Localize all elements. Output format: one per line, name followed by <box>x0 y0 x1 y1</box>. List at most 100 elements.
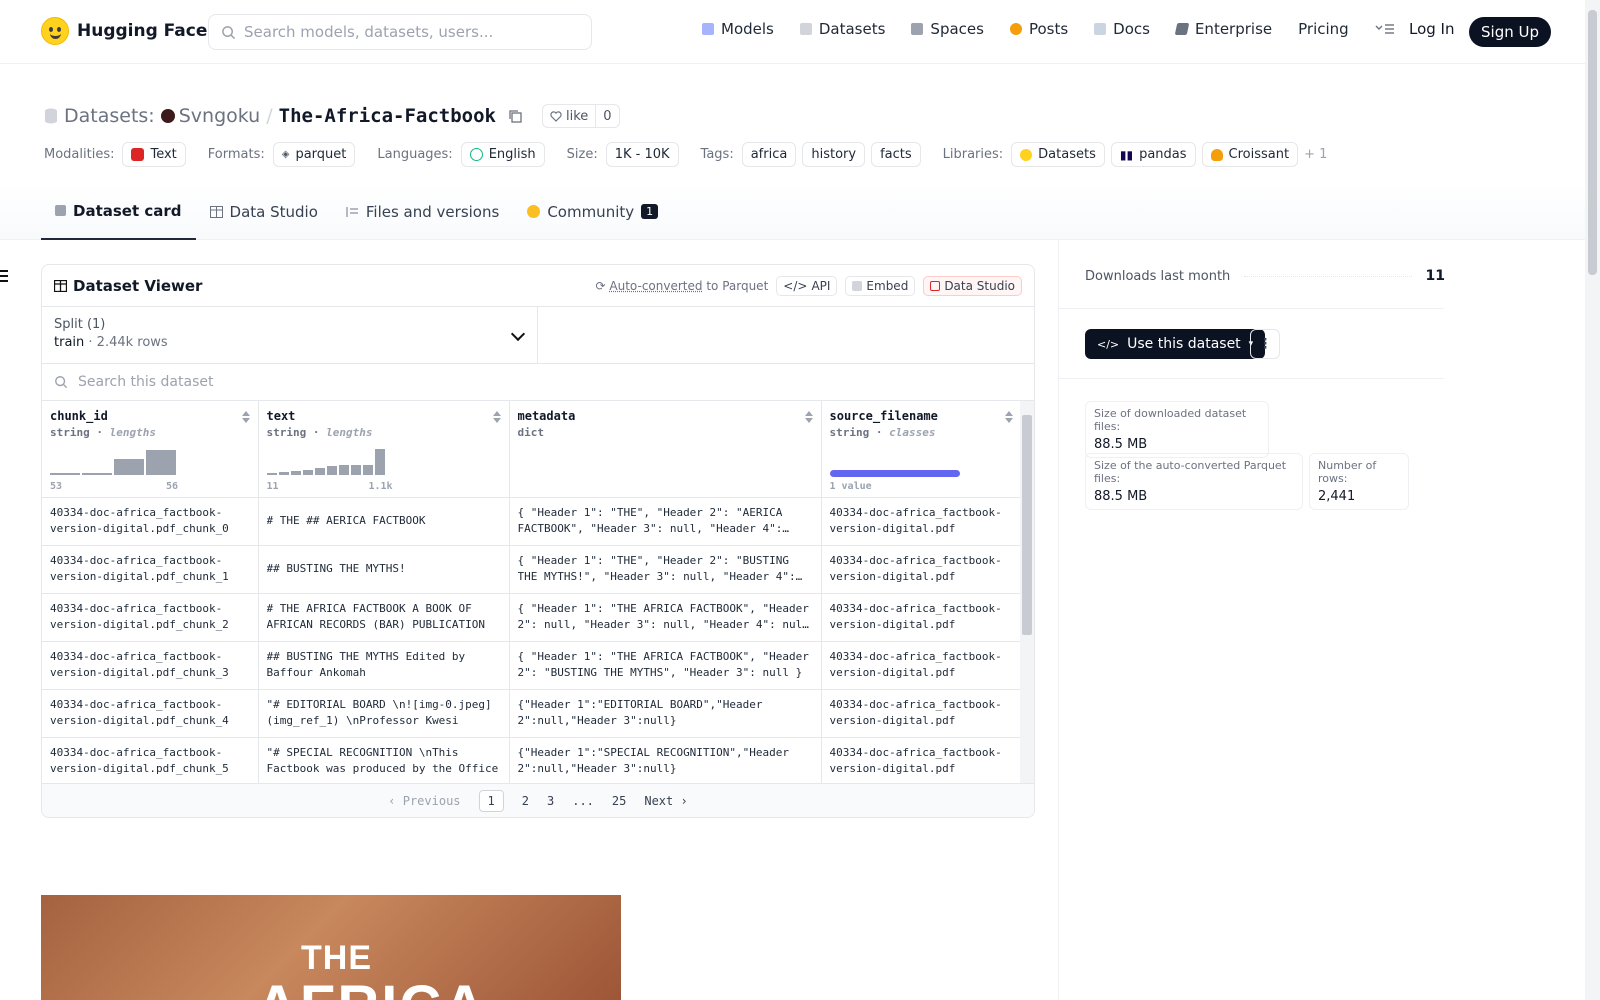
table-row[interactable]: 40334-doc-africa_factbook-version-digita… <box>42 593 1022 642</box>
copy-icon[interactable] <box>508 109 522 123</box>
brand-logo[interactable]: Hugging Face <box>41 17 207 45</box>
like-button[interactable]: like 0 <box>541 104 620 128</box>
search-input[interactable] <box>244 23 574 41</box>
tab-community[interactable]: Community 1 <box>513 183 672 240</box>
table-row[interactable]: 40334-doc-africa_factbook-version-digita… <box>42 497 1022 546</box>
cell-source: 40334-doc-africa_factbook-version-digita… <box>829 746 1002 775</box>
column-header-text[interactable]: text string · lengths 11 1.1k <box>258 401 510 498</box>
stat-download-size: Size of downloaded dataset files: 88.5 M… <box>1085 401 1269 458</box>
column-header-metadata[interactable]: metadata dict <box>509 401 822 498</box>
community-badge: 1 <box>641 204 659 219</box>
nav-posts[interactable]: Posts <box>1009 20 1068 38</box>
path-separator: / <box>266 105 273 127</box>
parquet-icon: ◈ <box>281 149 290 160</box>
nav-spaces[interactable]: Spaces <box>911 20 984 38</box>
owner-link[interactable]: Svngoku <box>160 105 260 127</box>
nav-enterprise[interactable]: Enterprise <box>1174 20 1272 38</box>
data-studio-button[interactable]: Data Studio <box>923 275 1022 296</box>
class-count: 1 value <box>829 480 872 492</box>
docs-icon <box>1094 23 1107 35</box>
hugging-face-icon <box>41 17 69 45</box>
auto-converted-note[interactable]: ⟳ Auto-converted to Parquet <box>596 279 769 293</box>
global-search[interactable] <box>208 14 592 50</box>
cell-metadata: { "Header 1": "THE AFRICA FACTBOOK", "He… <box>517 650 809 679</box>
repo-name[interactable]: The-Africa-Factbook <box>279 105 496 127</box>
like-count: 0 <box>595 105 618 127</box>
tag-format[interactable]: ◈ parquet <box>272 142 356 167</box>
signup-button[interactable]: Sign Up <box>1469 17 1551 47</box>
more-vertical-icon: ⋮ <box>1258 336 1272 352</box>
posts-icon <box>1009 23 1022 35</box>
histogram-text <box>266 447 385 475</box>
embed-icon <box>852 280 863 291</box>
metadata-tags: Modalities: Text Formats: ◈ parquet Langu… <box>44 142 1327 167</box>
more-options-button[interactable]: ⋮ <box>1250 329 1280 359</box>
hist-min: 53 <box>50 480 63 492</box>
tab-dataset-card[interactable]: Dataset card <box>41 183 196 240</box>
like-label: like <box>565 108 589 124</box>
tag-lib-pandas[interactable]: ▮▮ pandas <box>1110 142 1196 167</box>
more-libraries[interactable]: + 1 <box>1304 147 1327 162</box>
files-icon <box>346 206 358 217</box>
use-dataset-button[interactable]: </> Use this dataset ▾ <box>1085 329 1266 359</box>
cell-metadata: { "Header 1": "THE AFRICA FACTBOOK", "He… <box>517 602 809 631</box>
cell-metadata: {"Header 1":"SPECIAL RECOGNITION","Heade… <box>517 746 790 775</box>
table-row[interactable]: 40334-doc-africa_factbook-version-digita… <box>42 737 1022 783</box>
languages-label: Languages: <box>377 147 453 162</box>
community-icon <box>527 205 541 218</box>
page-3[interactable]: 3 <box>547 794 554 808</box>
column-header-source-filename[interactable]: source_filename string · classes 1 value <box>821 401 1022 498</box>
nav-docs[interactable]: Docs <box>1094 20 1150 38</box>
tab-data-studio[interactable]: Data Studio <box>196 183 332 240</box>
globe-icon <box>469 148 483 161</box>
tag-africa[interactable]: africa <box>741 142 797 167</box>
hist-max: 1.1k <box>368 480 393 492</box>
cell-metadata: { "Header 1": "THE", "Header 2": "AERICA… <box>517 506 783 535</box>
stat-parquet-size: Size of the auto-converted Parquet files… <box>1085 453 1303 510</box>
login-link[interactable]: Log In <box>1409 20 1455 38</box>
nav-models[interactable]: Models <box>702 20 774 38</box>
tag-lib-croissant[interactable]: Croissant <box>1201 142 1299 167</box>
cell-chunk-id: 40334-doc-africa_factbook-version-digita… <box>50 650 229 679</box>
tab-files[interactable]: Files and versions <box>332 183 513 240</box>
page-scrollbar[interactable] <box>1585 0 1600 1000</box>
card-icon <box>55 205 66 216</box>
table-row[interactable]: 40334-doc-africa_factbook-version-digita… <box>42 545 1022 594</box>
page-2[interactable]: 2 <box>522 794 529 808</box>
dataset-search-input[interactable] <box>78 374 678 390</box>
downloads-count: 11 <box>1425 268 1445 284</box>
nav-more-menu[interactable] <box>1375 23 1395 35</box>
embed-button[interactable]: Embed <box>845 275 916 296</box>
nav-datasets[interactable]: Datasets <box>799 20 885 38</box>
search-icon <box>222 25 236 39</box>
next-page-button[interactable]: Next › <box>644 794 687 808</box>
page-1[interactable]: 1 <box>478 789 504 812</box>
page-25[interactable]: 25 <box>612 794 626 808</box>
nav-pricing[interactable]: Pricing <box>1298 20 1349 38</box>
tag-facts[interactable]: facts <box>871 142 921 167</box>
section-label[interactable]: Datasets: <box>64 105 155 127</box>
toc-toggle-icon[interactable] <box>0 270 8 285</box>
cell-chunk-id: 40334-doc-africa_factbook-version-digita… <box>50 602 229 631</box>
page-scroll-thumb[interactable] <box>1588 10 1597 275</box>
prev-page-button[interactable]: ‹ Previous <box>388 794 460 808</box>
tag-lib-datasets[interactable]: Datasets <box>1011 142 1105 167</box>
table-row[interactable]: 40334-doc-africa_factbook-version-digita… <box>42 641 1022 690</box>
table-scrollbar[interactable] <box>1020 401 1034 783</box>
tag-history[interactable]: history <box>802 142 866 167</box>
cell-source: 40334-doc-africa_factbook-version-digita… <box>829 602 1002 631</box>
api-button[interactable]: </> API <box>776 275 838 296</box>
dataset-search[interactable] <box>42 364 1034 401</box>
downloads-label: Downloads last month <box>1085 268 1231 284</box>
table-scroll-thumb[interactable] <box>1022 415 1032 635</box>
text-icon <box>131 148 145 161</box>
tag-size[interactable]: 1K - 10K <box>605 142 679 167</box>
split-selector[interactable]: Split (1) train · 2.44k rows <box>42 307 538 363</box>
table-icon <box>209 205 223 218</box>
tag-modality[interactable]: Text <box>122 142 186 167</box>
table-row[interactable]: 40334-doc-africa_factbook-version-digita… <box>42 689 1022 738</box>
size-label: Size: <box>566 147 598 162</box>
column-header-chunk-id[interactable]: chunk_id string · lengths 53 56 <box>42 401 259 498</box>
cell-text: # THE AFRICA FACTBOOK A BOOK OF AFRICAN … <box>266 602 486 631</box>
tag-language[interactable]: English <box>460 142 545 167</box>
